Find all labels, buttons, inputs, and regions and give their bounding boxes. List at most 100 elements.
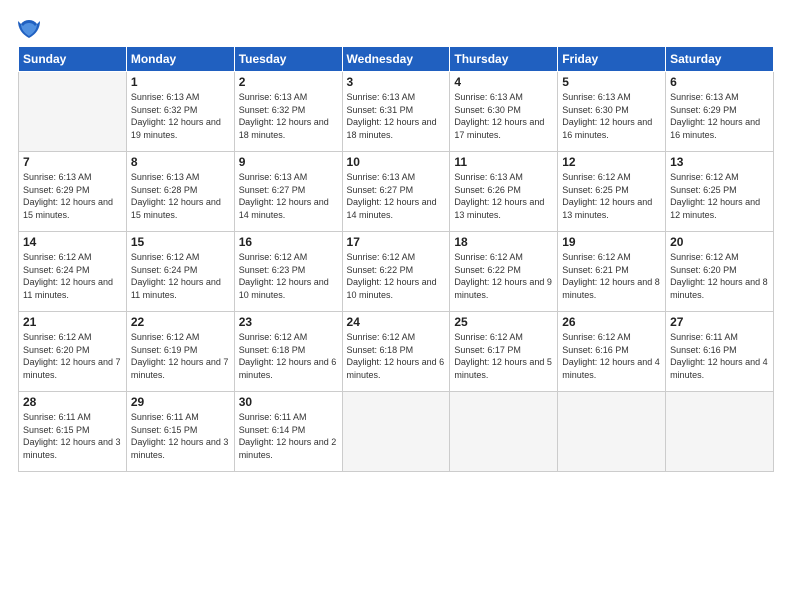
week-row-3: 14 Sunrise: 6:12 AM Sunset: 6:24 PM Dayli… bbox=[19, 232, 774, 312]
col-sunday: Sunday bbox=[19, 47, 127, 72]
day-cell: 9 Sunrise: 6:13 AM Sunset: 6:27 PM Daylig… bbox=[234, 152, 342, 232]
day-number: 11 bbox=[454, 155, 553, 169]
day-info: Sunrise: 6:12 AM Sunset: 6:22 PM Dayligh… bbox=[454, 251, 553, 301]
week-row-1: 1 Sunrise: 6:13 AM Sunset: 6:32 PM Daylig… bbox=[19, 72, 774, 152]
day-cell: 3 Sunrise: 6:13 AM Sunset: 6:31 PM Daylig… bbox=[342, 72, 450, 152]
week-row-2: 7 Sunrise: 6:13 AM Sunset: 6:29 PM Daylig… bbox=[19, 152, 774, 232]
day-cell: 22 Sunrise: 6:12 AM Sunset: 6:19 PM Dayli… bbox=[126, 312, 234, 392]
header-row: Sunday Monday Tuesday Wednesday Thursday… bbox=[19, 47, 774, 72]
day-cell: 13 Sunrise: 6:12 AM Sunset: 6:25 PM Dayli… bbox=[666, 152, 774, 232]
col-saturday: Saturday bbox=[666, 47, 774, 72]
day-number: 14 bbox=[23, 235, 122, 249]
day-cell: 12 Sunrise: 6:12 AM Sunset: 6:25 PM Dayli… bbox=[558, 152, 666, 232]
day-number: 25 bbox=[454, 315, 553, 329]
day-number: 12 bbox=[562, 155, 661, 169]
day-number: 23 bbox=[239, 315, 338, 329]
day-number: 17 bbox=[347, 235, 446, 249]
day-info: Sunrise: 6:13 AM Sunset: 6:27 PM Dayligh… bbox=[347, 171, 446, 221]
day-info: Sunrise: 6:13 AM Sunset: 6:29 PM Dayligh… bbox=[670, 91, 769, 141]
day-cell: 2 Sunrise: 6:13 AM Sunset: 6:32 PM Daylig… bbox=[234, 72, 342, 152]
day-number: 22 bbox=[131, 315, 230, 329]
col-tuesday: Tuesday bbox=[234, 47, 342, 72]
day-cell bbox=[666, 392, 774, 472]
day-number: 18 bbox=[454, 235, 553, 249]
day-number: 29 bbox=[131, 395, 230, 409]
day-number: 13 bbox=[670, 155, 769, 169]
day-info: Sunrise: 6:12 AM Sunset: 6:24 PM Dayligh… bbox=[131, 251, 230, 301]
day-cell: 1 Sunrise: 6:13 AM Sunset: 6:32 PM Daylig… bbox=[126, 72, 234, 152]
week-row-4: 21 Sunrise: 6:12 AM Sunset: 6:20 PM Dayli… bbox=[19, 312, 774, 392]
day-cell bbox=[558, 392, 666, 472]
day-info: Sunrise: 6:12 AM Sunset: 6:17 PM Dayligh… bbox=[454, 331, 553, 381]
day-info: Sunrise: 6:12 AM Sunset: 6:20 PM Dayligh… bbox=[670, 251, 769, 301]
day-info: Sunrise: 6:12 AM Sunset: 6:23 PM Dayligh… bbox=[239, 251, 338, 301]
day-info: Sunrise: 6:12 AM Sunset: 6:16 PM Dayligh… bbox=[562, 331, 661, 381]
day-info: Sunrise: 6:13 AM Sunset: 6:31 PM Dayligh… bbox=[347, 91, 446, 141]
day-info: Sunrise: 6:13 AM Sunset: 6:30 PM Dayligh… bbox=[562, 91, 661, 141]
day-number: 9 bbox=[239, 155, 338, 169]
day-number: 1 bbox=[131, 75, 230, 89]
day-info: Sunrise: 6:11 AM Sunset: 6:15 PM Dayligh… bbox=[131, 411, 230, 461]
day-info: Sunrise: 6:12 AM Sunset: 6:25 PM Dayligh… bbox=[562, 171, 661, 221]
day-number: 10 bbox=[347, 155, 446, 169]
day-info: Sunrise: 6:12 AM Sunset: 6:22 PM Dayligh… bbox=[347, 251, 446, 301]
day-cell: 15Sunrise: 6:12 AM Sunset: 6:24 PM Dayli… bbox=[126, 232, 234, 312]
day-info: Sunrise: 6:12 AM Sunset: 6:25 PM Dayligh… bbox=[670, 171, 769, 221]
day-cell: 20Sunrise: 6:12 AM Sunset: 6:20 PM Dayli… bbox=[666, 232, 774, 312]
day-cell: 10 Sunrise: 6:13 AM Sunset: 6:27 PM Dayli… bbox=[342, 152, 450, 232]
day-cell: 11 Sunrise: 6:13 AM Sunset: 6:26 PM Dayli… bbox=[450, 152, 558, 232]
day-info: Sunrise: 6:12 AM Sunset: 6:21 PM Dayligh… bbox=[562, 251, 661, 301]
day-info: Sunrise: 6:11 AM Sunset: 6:16 PM Dayligh… bbox=[670, 331, 769, 381]
day-info: Sunrise: 6:11 AM Sunset: 6:14 PM Dayligh… bbox=[239, 411, 338, 461]
day-cell: 16 Sunrise: 6:12 AM Sunset: 6:23 PM Dayli… bbox=[234, 232, 342, 312]
day-number: 30 bbox=[239, 395, 338, 409]
day-cell bbox=[450, 392, 558, 472]
day-cell: 5 Sunrise: 6:13 AM Sunset: 6:30 PM Daylig… bbox=[558, 72, 666, 152]
header bbox=[18, 18, 774, 40]
logo bbox=[18, 18, 44, 40]
day-number: 7 bbox=[23, 155, 122, 169]
day-cell: 28 Sunrise: 6:11 AM Sunset: 6:15 PM Dayli… bbox=[19, 392, 127, 472]
col-wednesday: Wednesday bbox=[342, 47, 450, 72]
day-cell: 18 Sunrise: 6:12 AM Sunset: 6:22 PM Dayli… bbox=[450, 232, 558, 312]
day-info: Sunrise: 6:12 AM Sunset: 6:19 PM Dayligh… bbox=[131, 331, 230, 381]
day-number: 5 bbox=[562, 75, 661, 89]
col-friday: Friday bbox=[558, 47, 666, 72]
week-row-5: 28 Sunrise: 6:11 AM Sunset: 6:15 PM Dayli… bbox=[19, 392, 774, 472]
day-cell: 19Sunrise: 6:12 AM Sunset: 6:21 PM Dayli… bbox=[558, 232, 666, 312]
page: Sunday Monday Tuesday Wednesday Thursday… bbox=[0, 0, 792, 612]
day-cell: 14Sunrise: 6:12 AM Sunset: 6:24 PM Dayli… bbox=[19, 232, 127, 312]
day-info: Sunrise: 6:12 AM Sunset: 6:20 PM Dayligh… bbox=[23, 331, 122, 381]
day-number: 21 bbox=[23, 315, 122, 329]
col-thursday: Thursday bbox=[450, 47, 558, 72]
logo-icon bbox=[18, 18, 40, 40]
day-info: Sunrise: 6:13 AM Sunset: 6:28 PM Dayligh… bbox=[131, 171, 230, 221]
day-info: Sunrise: 6:13 AM Sunset: 6:30 PM Dayligh… bbox=[454, 91, 553, 141]
day-cell: 8 Sunrise: 6:13 AM Sunset: 6:28 PM Daylig… bbox=[126, 152, 234, 232]
day-number: 4 bbox=[454, 75, 553, 89]
day-cell: 17 Sunrise: 6:12 AM Sunset: 6:22 PM Dayli… bbox=[342, 232, 450, 312]
day-cell: 21 Sunrise: 6:12 AM Sunset: 6:20 PM Dayli… bbox=[19, 312, 127, 392]
day-number: 8 bbox=[131, 155, 230, 169]
day-cell: 7 Sunrise: 6:13 AM Sunset: 6:29 PM Daylig… bbox=[19, 152, 127, 232]
day-info: Sunrise: 6:11 AM Sunset: 6:15 PM Dayligh… bbox=[23, 411, 122, 461]
day-cell: 4 Sunrise: 6:13 AM Sunset: 6:30 PM Daylig… bbox=[450, 72, 558, 152]
day-info: Sunrise: 6:13 AM Sunset: 6:32 PM Dayligh… bbox=[239, 91, 338, 141]
day-number: 2 bbox=[239, 75, 338, 89]
day-info: Sunrise: 6:13 AM Sunset: 6:32 PM Dayligh… bbox=[131, 91, 230, 141]
calendar-table: Sunday Monday Tuesday Wednesday Thursday… bbox=[18, 46, 774, 472]
day-number: 27 bbox=[670, 315, 769, 329]
day-number: 3 bbox=[347, 75, 446, 89]
day-cell: 6Sunrise: 6:13 AM Sunset: 6:29 PM Daylig… bbox=[666, 72, 774, 152]
day-number: 16 bbox=[239, 235, 338, 249]
day-number: 28 bbox=[23, 395, 122, 409]
day-info: Sunrise: 6:13 AM Sunset: 6:27 PM Dayligh… bbox=[239, 171, 338, 221]
day-number: 24 bbox=[347, 315, 446, 329]
day-cell bbox=[19, 72, 127, 152]
day-info: Sunrise: 6:13 AM Sunset: 6:26 PM Dayligh… bbox=[454, 171, 553, 221]
day-cell: 23Sunrise: 6:12 AM Sunset: 6:18 PM Dayli… bbox=[234, 312, 342, 392]
day-info: Sunrise: 6:13 AM Sunset: 6:29 PM Dayligh… bbox=[23, 171, 122, 221]
day-cell bbox=[342, 392, 450, 472]
day-cell: 24Sunrise: 6:12 AM Sunset: 6:18 PM Dayli… bbox=[342, 312, 450, 392]
day-cell: 25 Sunrise: 6:12 AM Sunset: 6:17 PM Dayli… bbox=[450, 312, 558, 392]
